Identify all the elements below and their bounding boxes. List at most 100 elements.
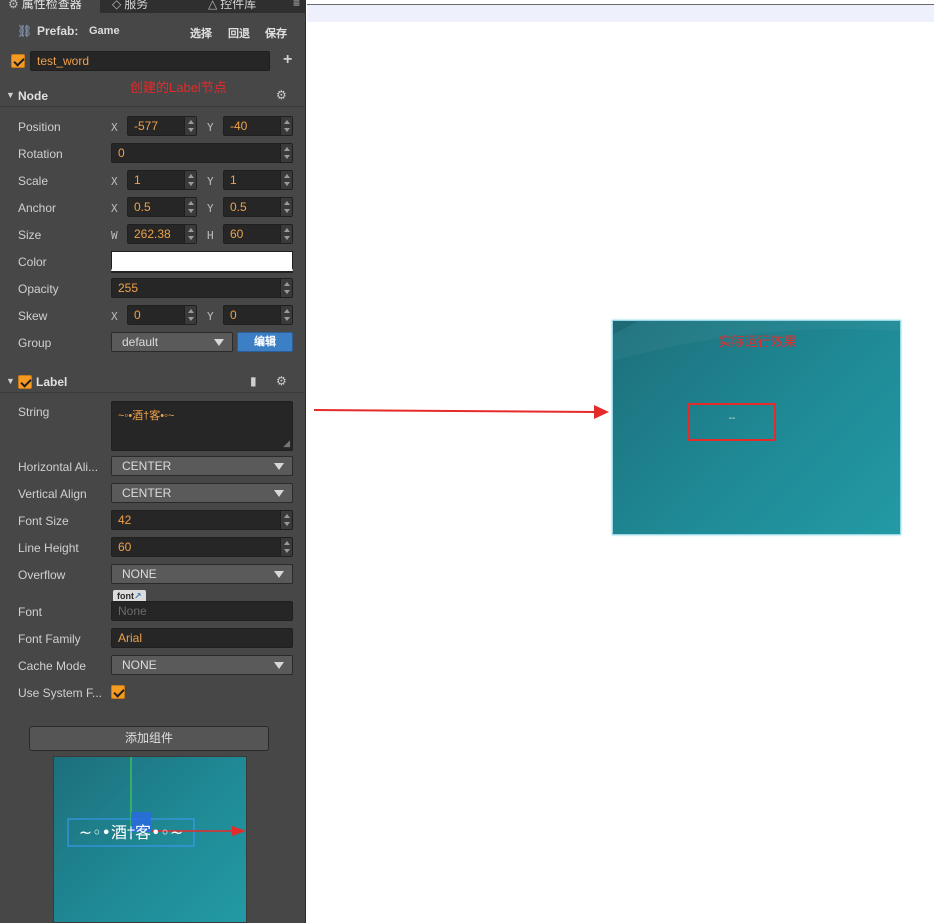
collapse-icon: ▼ xyxy=(6,90,15,100)
position-x-input[interactable]: -577 xyxy=(127,116,197,136)
rotation-input[interactable]: 0 xyxy=(111,143,293,163)
skew-y-input[interactable]: 0 xyxy=(223,305,293,325)
node-name-input[interactable]: test_word xyxy=(30,51,270,71)
chevron-down-icon xyxy=(274,463,284,470)
scene-toolbar-strip xyxy=(307,4,934,22)
add-icon[interactable]: + xyxy=(283,51,292,69)
axis-y-label: Y xyxy=(207,121,214,134)
axis-h-label: H xyxy=(207,229,214,242)
tab-services[interactable]: ◇ 服务 xyxy=(104,0,194,13)
arrow-head-icon xyxy=(594,405,609,419)
font-label: Font xyxy=(18,605,43,619)
position-label: Position xyxy=(18,120,61,134)
scale-y-input[interactable]: 1 xyxy=(223,170,293,190)
chevron-down-icon xyxy=(274,490,284,497)
controls-icon: △ xyxy=(208,0,218,11)
string-label: String xyxy=(18,405,50,419)
stepper-icon[interactable] xyxy=(280,171,292,189)
color-label: Color xyxy=(18,255,47,269)
tab-controls[interactable]: △ 控件库 xyxy=(200,0,290,13)
group-edit-button[interactable]: 编辑 xyxy=(237,332,293,352)
service-icon: ◇ xyxy=(112,0,122,11)
node-section-title: Node xyxy=(18,89,48,103)
gear-icon[interactable]: ⚙ xyxy=(276,374,287,388)
horizontal-align-select[interactable]: CENTER xyxy=(111,456,293,476)
collapse-icon: ▼ xyxy=(6,376,15,386)
menu-icon[interactable]: ≡ xyxy=(293,0,300,10)
axis-x-label: X xyxy=(111,175,118,188)
preview-label-text: ~◦•酒†客•◦~ xyxy=(78,823,184,842)
label-enabled-checkbox[interactable] xyxy=(18,375,32,389)
stepper-icon[interactable] xyxy=(184,306,196,324)
stepper-icon[interactable] xyxy=(280,279,292,297)
size-w-input[interactable]: 262.38 xyxy=(127,224,197,244)
axis-x-label: X xyxy=(111,121,118,134)
string-textarea[interactable]: ~◦•酒†客•◦~ ◢ xyxy=(111,401,293,451)
stepper-icon[interactable] xyxy=(280,117,292,135)
open-link-icon: ↗ xyxy=(134,591,142,601)
font-size-label: Font Size xyxy=(18,514,69,528)
vertical-align-select[interactable]: CENTER xyxy=(111,483,293,503)
prefab-select-button[interactable]: 选择 xyxy=(190,25,212,41)
overflow-label: Overflow xyxy=(18,568,66,582)
chevron-down-icon xyxy=(274,662,284,669)
anchor-label: Anchor xyxy=(18,201,57,215)
prefab-revert-button[interactable]: 回退 xyxy=(228,25,250,41)
axis-y-label: Y xyxy=(207,175,214,188)
opacity-label: Opacity xyxy=(18,282,59,296)
scene-preview: ~◦•酒†客•◦~ xyxy=(53,756,247,923)
skew-x-input[interactable]: 0 xyxy=(127,305,197,325)
add-component-button[interactable]: 添加组件 xyxy=(29,726,269,751)
cache-mode-select[interactable]: NONE xyxy=(111,655,293,675)
scale-x-input[interactable]: 1 xyxy=(127,170,197,190)
line-height-input[interactable]: 60 xyxy=(111,537,293,557)
color-swatch[interactable] xyxy=(111,251,293,271)
tab-inspector[interactable]: ⚙ 属性检查器 xyxy=(0,0,100,13)
font-family-label: Font Family xyxy=(18,632,81,646)
line-height-label: Line Height xyxy=(18,541,79,555)
stepper-icon[interactable] xyxy=(280,306,292,324)
panel-tabs: ⚙ 属性检查器 ◇ 服务 △ 控件库 ≡ xyxy=(0,0,306,13)
prefab-save-button[interactable]: 保存 xyxy=(265,25,287,41)
label-section-title: Label xyxy=(36,375,68,389)
size-h-input[interactable]: 60 xyxy=(223,224,293,244)
cache-mode-label: Cache Mode xyxy=(18,659,87,673)
overflow-select[interactable]: NONE xyxy=(111,564,293,584)
use-system-font-label: Use System F... xyxy=(18,686,103,700)
stepper-icon[interactable] xyxy=(280,144,292,162)
stepper-icon[interactable] xyxy=(280,225,292,243)
game-caption: 实际运行效果 xyxy=(718,334,797,349)
stepper-icon[interactable] xyxy=(184,171,196,189)
annotation-arrow xyxy=(313,405,609,419)
highlight-box: -- xyxy=(688,403,776,441)
gear-icon[interactable]: ⚙ xyxy=(276,88,287,102)
use-system-font-checkbox[interactable] xyxy=(111,685,125,699)
skew-label: Skew xyxy=(18,309,48,323)
group-select[interactable]: default xyxy=(111,332,233,352)
position-y-input[interactable]: -40 xyxy=(223,116,293,136)
stepper-icon[interactable] xyxy=(280,511,292,529)
label-section-header[interactable]: ▼ Label ▮ ⚙ xyxy=(0,371,306,393)
group-label: Group xyxy=(18,336,52,350)
axis-x-label: X xyxy=(111,310,118,323)
x-axis-arrow-icon xyxy=(232,826,246,836)
stepper-icon[interactable] xyxy=(184,117,196,135)
anchor-y-input[interactable]: 0.5 xyxy=(223,197,293,217)
stepper-icon[interactable] xyxy=(184,225,196,243)
node-active-checkbox[interactable] xyxy=(11,54,25,68)
anchor-x-input[interactable]: 0.5 xyxy=(127,197,197,217)
resize-handle-icon[interactable]: ◢ xyxy=(283,438,290,449)
opacity-input[interactable]: 255 xyxy=(111,278,293,298)
book-icon[interactable]: ▮ xyxy=(250,374,257,388)
node-section-header[interactable]: ▼ Node ⚙ xyxy=(0,85,306,107)
axis-y-label: Y xyxy=(207,310,214,323)
font-asset-field[interactable]: None xyxy=(111,601,293,621)
stepper-icon[interactable] xyxy=(280,198,292,216)
font-family-input[interactable]: Arial xyxy=(111,628,293,648)
font-size-input[interactable]: 42 xyxy=(111,510,293,530)
stepper-icon[interactable] xyxy=(280,538,292,556)
axis-x-label: X xyxy=(111,202,118,215)
stepper-icon[interactable] xyxy=(184,198,196,216)
inspector-panel: ⚙ 属性检查器 ◇ 服务 △ 控件库 ≡ ⛓ Prefab: Game 选择 回退 保… xyxy=(0,0,306,923)
horizontal-align-label: Horizontal Ali... xyxy=(18,460,99,474)
